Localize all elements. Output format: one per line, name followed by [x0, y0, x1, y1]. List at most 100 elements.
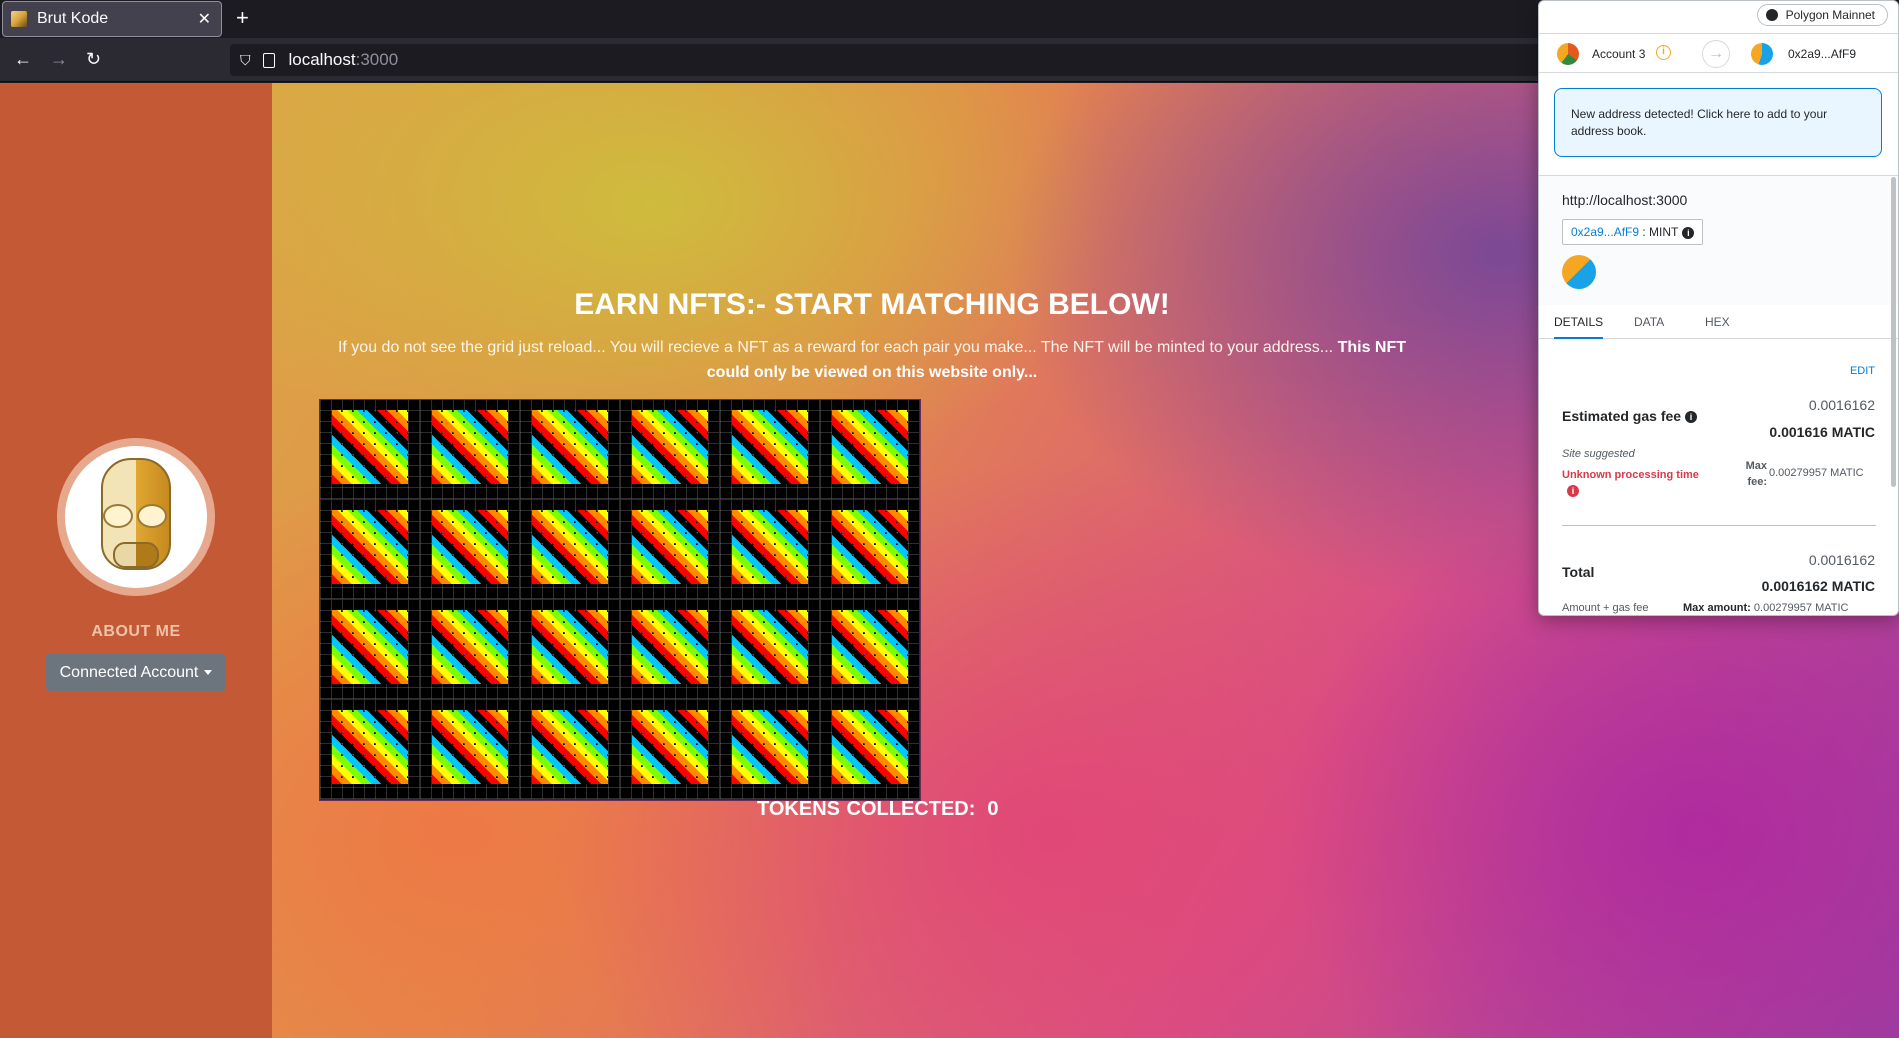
tab-data[interactable]: DATA: [1634, 315, 1664, 329]
nft-card[interactable]: [320, 400, 420, 500]
gas-fee-label-text: Estimated gas fee: [1562, 408, 1682, 424]
close-tab-icon[interactable]: ✕: [198, 9, 211, 29]
nft-card[interactable]: [520, 600, 620, 700]
forward-arrow-icon[interactable]: →: [50, 48, 68, 70]
network-name: Polygon Mainnet: [1785, 8, 1875, 22]
nft-card[interactable]: [520, 400, 620, 500]
tokens-collected: TOKENS COLLECTED: 0: [757, 798, 999, 821]
nft-card-pattern: [632, 610, 708, 684]
to-account-identicon: [1751, 43, 1773, 65]
nft-card[interactable]: [820, 500, 920, 600]
nft-card-pattern: [832, 510, 908, 584]
caret-down-icon: [204, 670, 213, 676]
gas-fee-label: Estimated gas fee i: [1562, 408, 1698, 424]
amount-gas-label: Amount + gas fee: [1562, 602, 1649, 614]
tab-details[interactable]: DETAILS: [1554, 315, 1604, 339]
to-account-address[interactable]: 0x2a9...AfF9: [1788, 47, 1856, 61]
max-fee-label: Max fee:: [1745, 460, 1767, 488]
nft-card[interactable]: [820, 400, 920, 500]
network-selector[interactable]: Polygon Mainnet: [1756, 4, 1888, 26]
nft-card-pattern: [332, 610, 408, 684]
nft-card[interactable]: [420, 600, 520, 700]
nft-card[interactable]: [320, 700, 420, 800]
nft-card-pattern: [632, 410, 708, 484]
ape-favicon-icon: [11, 11, 27, 27]
method-address[interactable]: 0x2a9...AfF9: [1571, 225, 1639, 239]
about-me-label[interactable]: ABOUT ME: [0, 623, 272, 641]
max-amount-value: 0.00279957 MATIC: [1753, 602, 1849, 614]
transaction-origin-area: http://localhost:3000 0x2a9...AfF9 : MIN…: [1539, 175, 1898, 305]
reload-icon[interactable]: ↻: [86, 48, 101, 70]
instructions-text: If you do not see the grid just reload..…: [332, 335, 1412, 385]
nft-card[interactable]: [620, 400, 720, 500]
nft-card-pattern: [432, 610, 508, 684]
nft-card[interactable]: [420, 700, 520, 800]
nft-card-pattern: [732, 510, 808, 584]
nft-card[interactable]: [620, 700, 720, 800]
page-icon: [262, 52, 275, 68]
from-account-identicon: [1557, 43, 1579, 65]
account-info-icon[interactable]: i: [1656, 45, 1671, 60]
nft-card[interactable]: [520, 500, 620, 600]
avatar: [57, 438, 215, 596]
ape-glasses-left: [103, 504, 133, 528]
nft-card[interactable]: [320, 500, 420, 600]
tokens-label: TOKENS COLLECTED:: [757, 798, 976, 820]
token-identicon: [1562, 255, 1596, 289]
nft-card-pattern: [832, 410, 908, 484]
divider: [1562, 525, 1876, 526]
back-arrow-icon[interactable]: ←: [14, 48, 32, 70]
new-tab-button[interactable]: +: [236, 6, 249, 30]
nft-card-pattern: [732, 610, 808, 684]
nft-card-pattern: [332, 510, 408, 584]
method-info-icon[interactable]: i: [1682, 227, 1695, 239]
gas-fee-info-icon[interactable]: i: [1685, 411, 1698, 423]
arrow-right-icon: →: [1702, 40, 1730, 68]
total-amount: 0.0016162 MATIC: [1761, 578, 1875, 594]
nft-card[interactable]: [720, 600, 820, 700]
tab-hex[interactable]: HEX: [1705, 315, 1730, 329]
from-account-name[interactable]: Account 3: [1592, 47, 1645, 61]
nft-card[interactable]: [720, 700, 820, 800]
gas-fee-fiat: 0.0016162: [1808, 397, 1875, 413]
nft-card-pattern: [332, 410, 408, 484]
nft-card[interactable]: [820, 600, 920, 700]
tokens-count: 0: [987, 798, 999, 820]
tab-title: Brut Kode: [37, 10, 109, 27]
edit-gas-button[interactable]: EDIT: [1850, 365, 1875, 377]
browser-tab-active[interactable]: Brut Kode ✕: [2, 1, 222, 37]
connected-account-button[interactable]: Connected Account: [46, 654, 226, 691]
nft-card-pattern: [332, 710, 408, 784]
gas-fee-amount: 0.001616 MATIC: [1769, 424, 1875, 440]
network-dot-icon: [1765, 9, 1778, 21]
nft-card[interactable]: [320, 600, 420, 700]
ape-avatar-image: [65, 446, 207, 588]
nft-card[interactable]: [820, 700, 920, 800]
nft-card-pattern: [532, 610, 608, 684]
detail-tabs: DETAILS DATA HEX: [1539, 305, 1898, 339]
nft-card-pattern: [832, 710, 908, 784]
nft-card[interactable]: [720, 400, 820, 500]
method-badge[interactable]: 0x2a9...AfF9 : MINT i: [1562, 219, 1704, 245]
new-address-banner[interactable]: New address detected! Click here to add …: [1554, 88, 1882, 157]
nft-card[interactable]: [620, 600, 720, 700]
nft-card[interactable]: [720, 500, 820, 600]
total-fiat: 0.0016162: [1808, 552, 1875, 568]
warning-info-icon[interactable]: i: [1567, 485, 1579, 497]
nft-card[interactable]: [520, 700, 620, 800]
nft-card-pattern: [432, 510, 508, 584]
shield-icon[interactable]: ⛉: [240, 52, 251, 69]
nft-card[interactable]: [420, 400, 520, 500]
popup-scrollbar[interactable]: [1891, 177, 1896, 487]
page-title: EARN NFTS:- START MATCHING BELOW!: [574, 288, 1170, 321]
origin-url: http://localhost:3000: [1562, 192, 1688, 208]
unknown-processing-time: Unknown processing time: [1562, 469, 1699, 481]
nft-card-pattern: [432, 410, 508, 484]
ape-glasses-right: [137, 504, 167, 528]
total-label: Total: [1562, 564, 1595, 580]
nft-card[interactable]: [420, 500, 520, 600]
nft-card-pattern: [732, 410, 808, 484]
nft-card[interactable]: [620, 500, 720, 600]
ape-mouth: [113, 542, 159, 568]
nft-card-pattern: [532, 410, 608, 484]
